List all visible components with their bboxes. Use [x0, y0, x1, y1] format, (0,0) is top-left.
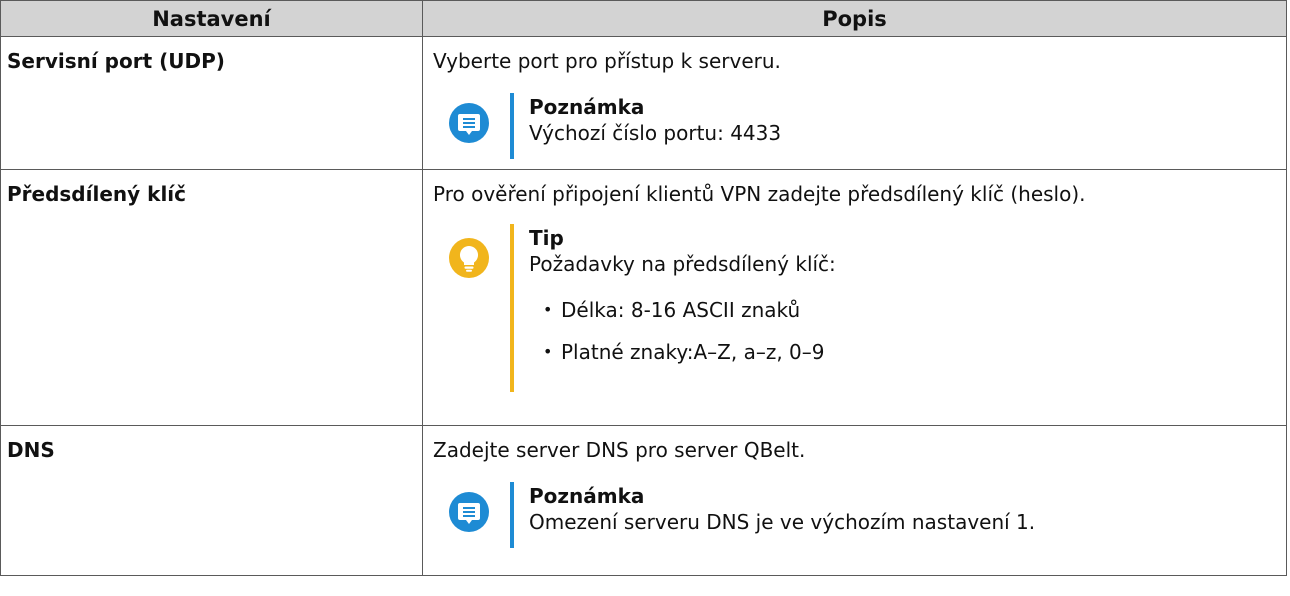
setting-name: DNS — [0, 425, 423, 576]
lightbulb-icon — [449, 238, 489, 278]
note-callout: Poznámka Výchozí číslo portu: 4433 — [441, 93, 1276, 159]
tip-text: Požadavky na předsdílený klíč: — [529, 252, 836, 276]
note-icon — [449, 103, 489, 143]
note-callout: Poznámka Omezení serveru DNS je ve výcho… — [441, 482, 1276, 548]
setting-name: Servisní port (UDP) — [0, 36, 423, 170]
tip-accent-bar — [510, 224, 514, 392]
note-accent-bar — [510, 93, 514, 159]
setting-description-cell: Zadejte server DNS pro server QBelt. Poz… — [422, 425, 1287, 576]
tip-title: Tip — [529, 226, 564, 250]
note-body: Poznámka Omezení serveru DNS je ve výcho… — [529, 484, 1276, 536]
table-row: Servisní port (UDP) Vyberte port pro pří… — [0, 36, 1287, 170]
note-accent-bar — [510, 482, 514, 548]
note-title: Poznámka — [529, 484, 645, 508]
list-item-text: Platné znaky:A–Z, a–z, 0–9 — [561, 340, 825, 364]
setting-description: Pro ověření připojení klientů VPN zadejt… — [433, 182, 1086, 206]
setting-name: Předsdílený klíč — [0, 169, 423, 426]
bullet: • — [543, 300, 553, 319]
list-item: • Platné znaky:A–Z, a–z, 0–9 — [539, 338, 1276, 366]
note-icon — [449, 492, 489, 532]
tip-body: Tip Požadavky na předsdílený klíč: • Dél… — [529, 226, 1276, 366]
bullet: • — [543, 342, 553, 361]
tip-list: • Délka: 8-16 ASCII znaků • Platné znaky… — [529, 296, 1276, 366]
setting-description-cell: Pro ověření připojení klientů VPN zadejt… — [422, 169, 1287, 426]
note-text: Omezení serveru DNS je ve výchozím nasta… — [529, 510, 1036, 534]
column-header-setting: Nastavení — [0, 0, 423, 37]
table-row: DNS Zadejte server DNS pro server QBelt.… — [0, 425, 1287, 576]
settings-table: Nastavení Popis Servisní port (UDP) Vybe… — [0, 0, 1287, 576]
list-item: • Délka: 8-16 ASCII znaků — [539, 296, 1276, 324]
setting-description-cell: Vyberte port pro přístup k serveru. Pozn… — [422, 36, 1287, 170]
column-header-description: Popis — [422, 0, 1287, 37]
note-body: Poznámka Výchozí číslo portu: 4433 — [529, 95, 1276, 147]
setting-description: Vyberte port pro přístup k serveru. — [433, 49, 781, 73]
note-text: Výchozí číslo portu: 4433 — [529, 121, 782, 145]
table-row: Předsdílený klíč Pro ověření připojení k… — [0, 169, 1287, 426]
table-header-row: Nastavení Popis — [0, 0, 1287, 37]
setting-description: Zadejte server DNS pro server QBelt. — [433, 438, 806, 462]
note-title: Poznámka — [529, 95, 645, 119]
tip-callout: Tip Požadavky na předsdílený klíč: • Dél… — [441, 224, 1276, 392]
list-item-text: Délka: 8-16 ASCII znaků — [561, 298, 801, 322]
